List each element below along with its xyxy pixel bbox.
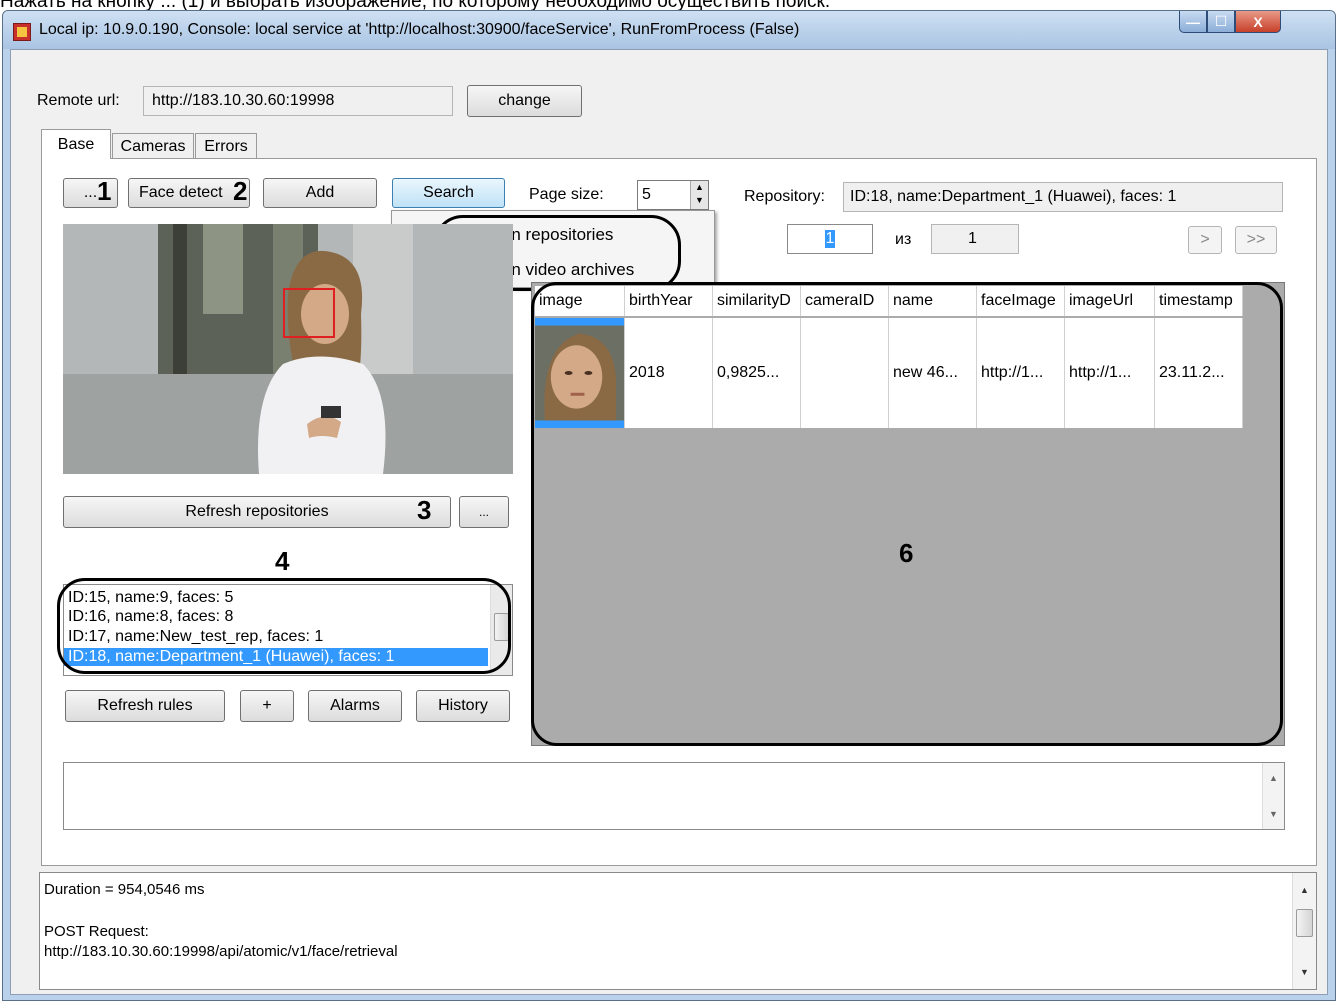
- minimize-button[interactable]: —: [1179, 11, 1207, 33]
- log-scrollbar[interactable]: ▲ ▼: [1292, 873, 1316, 989]
- page-size-value: 5: [642, 186, 651, 203]
- scroll-up-icon[interactable]: ▲: [1269, 773, 1278, 783]
- log-post-label: POST Request:: [44, 923, 149, 940]
- tab-cameras[interactable]: Cameras: [112, 133, 194, 159]
- callout-4: 4: [275, 546, 290, 576]
- tab-errors[interactable]: Errors: [195, 133, 257, 159]
- refresh-repositories-button[interactable]: Refresh repositories: [63, 496, 451, 528]
- remote-url-label: Remote url:: [37, 92, 120, 109]
- scroll-down-icon[interactable]: ▼: [1300, 967, 1309, 977]
- scroll-down-icon[interactable]: ▼: [1269, 809, 1278, 819]
- callout-3: 3: [417, 495, 432, 525]
- client-area: Remote url: http://183.10.30.60:19998 ch…: [10, 49, 1328, 995]
- last-page-button[interactable]: >>: [1235, 226, 1277, 254]
- message-textbox[interactable]: ▲ ▼: [63, 762, 1285, 830]
- maximize-button[interactable]: ☐: [1207, 11, 1235, 33]
- message-scrollbar[interactable]: ▲ ▼: [1262, 763, 1284, 829]
- callout-oval-4: [57, 578, 511, 674]
- remote-url-field[interactable]: http://183.10.30.60:19998: [143, 86, 453, 116]
- log-duration: Duration = 954,0546 ms: [44, 881, 205, 898]
- app-window: Local ip: 10.9.0.190, Console: local ser…: [2, 10, 1336, 1001]
- log-textbox[interactable]: Duration = 954,0546 ms POST Request: htt…: [39, 872, 1317, 990]
- spinner-arrows-icon[interactable]: ▲ ▼: [690, 181, 708, 209]
- tab-base[interactable]: Base: [41, 129, 111, 159]
- page-current-field[interactable]: 1: [787, 224, 873, 254]
- photo-image: [63, 224, 513, 474]
- close-button[interactable]: X: [1235, 11, 1281, 33]
- search-button[interactable]: Search: [392, 178, 505, 208]
- scroll-up-icon[interactable]: ▲: [1300, 885, 1309, 895]
- app-icon: [13, 23, 31, 41]
- alarms-button[interactable]: Alarms: [308, 690, 402, 722]
- next-page-button[interactable]: >: [1188, 226, 1222, 254]
- repositories-more-button[interactable]: ...: [459, 496, 509, 528]
- query-photo: [63, 224, 513, 474]
- page-current-value: 1: [824, 230, 836, 248]
- history-button[interactable]: History: [416, 690, 510, 722]
- callout-2: 2: [233, 176, 248, 206]
- add-rule-button[interactable]: +: [240, 690, 294, 722]
- add-button[interactable]: Add: [263, 178, 377, 208]
- change-button[interactable]: change: [467, 85, 582, 117]
- page-size-spinner[interactable]: 5 ▲ ▼: [637, 180, 709, 210]
- page-size-label: Page size:: [529, 186, 604, 203]
- page-total-field: 1: [931, 224, 1019, 254]
- title-bar[interactable]: Local ip: 10.9.0.190, Console: local ser…: [3, 11, 1335, 49]
- callout-1: 1: [97, 176, 112, 206]
- window-title: Local ip: 10.9.0.190, Console: local ser…: [39, 21, 800, 38]
- repository-field: ID:18, name:Department_1 (Huawei), faces…: [843, 182, 1283, 212]
- face-detect-button[interactable]: Face detect: [128, 178, 250, 208]
- callout-6: 6: [899, 538, 914, 568]
- log-post-url: http://183.10.30.60:19998/api/atomic/v1/…: [44, 943, 398, 960]
- callout-oval-6: [531, 282, 1283, 746]
- pager-of-label: из: [895, 231, 912, 248]
- repository-label: Repository:: [744, 188, 825, 205]
- log-scroll-thumb[interactable]: [1296, 909, 1313, 937]
- refresh-rules-button[interactable]: Refresh rules: [65, 690, 225, 722]
